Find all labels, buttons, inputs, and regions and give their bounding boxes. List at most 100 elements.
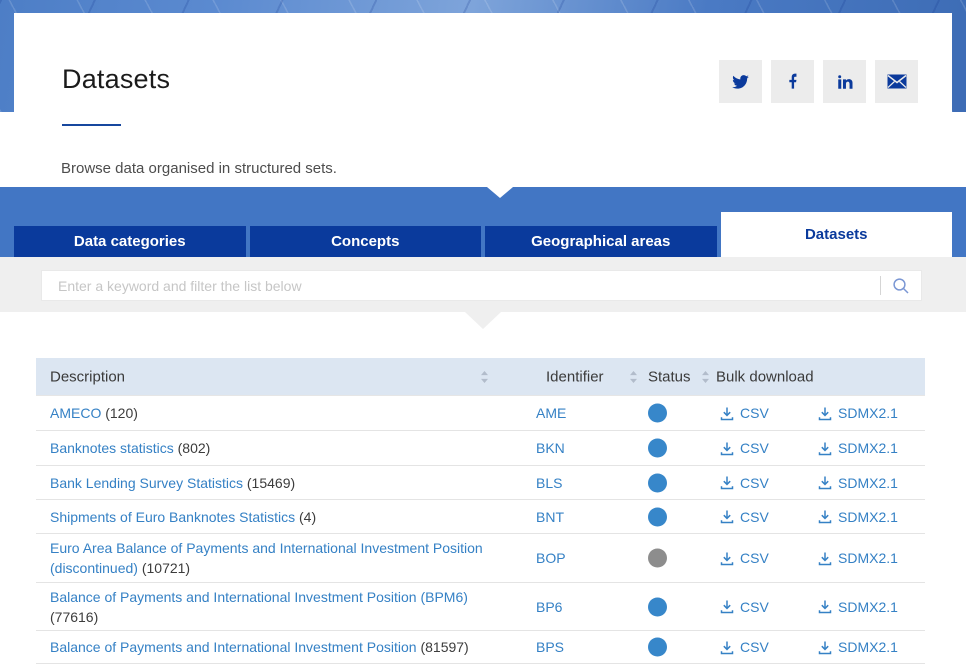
download-icon — [818, 441, 832, 456]
download-csv-link[interactable]: CSV — [720, 475, 769, 491]
download-sdmx-link[interactable]: SDMX2.1 — [818, 509, 898, 525]
dataset-identifier-link[interactable]: BLS — [536, 475, 562, 491]
search-box — [41, 270, 922, 301]
dataset-link[interactable]: Euro Area Balance of Payments and Intern… — [50, 540, 483, 576]
status-indicator — [648, 473, 667, 492]
download-csv-label: CSV — [740, 475, 769, 491]
share-facebook-button[interactable] — [771, 60, 814, 103]
row-description-cell: Bank Lending Survey Statistics (15469) — [50, 473, 490, 493]
download-icon — [720, 406, 734, 421]
twitter-icon — [731, 72, 750, 91]
share-twitter-button[interactable] — [719, 60, 762, 103]
dataset-identifier-link[interactable]: AME — [536, 405, 566, 421]
row-description-cell: Banknotes statistics (802) — [50, 438, 490, 458]
download-sdmx-link[interactable]: SDMX2.1 — [818, 405, 898, 421]
share-toolbar — [719, 60, 918, 103]
download-icon — [818, 640, 832, 655]
tab-data-categories[interactable]: Data categories — [14, 226, 246, 257]
sort-icon-identifier[interactable] — [628, 369, 639, 384]
dataset-identifier-link[interactable]: BOP — [536, 550, 566, 566]
download-sdmx-label: SDMX2.1 — [838, 599, 898, 615]
dataset-link[interactable]: Balance of Payments and International In… — [50, 589, 468, 605]
search-icon — [892, 277, 910, 295]
download-sdmx-link[interactable]: SDMX2.1 — [818, 550, 898, 566]
download-csv-label: CSV — [740, 440, 769, 456]
dataset-series-count: (15469) — [247, 475, 295, 491]
download-csv-link[interactable]: CSV — [720, 405, 769, 421]
download-icon — [818, 475, 832, 490]
download-sdmx-label: SDMX2.1 — [838, 440, 898, 456]
column-header-status[interactable]: Status — [648, 368, 691, 385]
column-header-identifier[interactable]: Identifier — [546, 368, 604, 385]
download-csv-link[interactable]: CSV — [720, 550, 769, 566]
column-header-description[interactable]: Description — [50, 368, 125, 385]
tab-datasets[interactable]: Datasets — [721, 212, 953, 257]
download-sdmx-link[interactable]: SDMX2.1 — [818, 475, 898, 491]
column-header-bulk-download: Bulk download — [716, 368, 814, 385]
row-description-cell: AMECO (120) — [50, 403, 490, 423]
status-indicator — [648, 439, 667, 458]
linkedin-icon — [836, 73, 854, 91]
dataset-identifier-link[interactable]: BP6 — [536, 599, 562, 615]
row-description-cell: Balance of Payments and International In… — [50, 637, 490, 657]
download-sdmx-link[interactable]: SDMX2.1 — [818, 440, 898, 456]
download-icon — [818, 599, 832, 614]
dataset-link[interactable]: AMECO — [50, 405, 101, 421]
download-csv-link[interactable]: CSV — [720, 599, 769, 615]
search-button[interactable] — [880, 271, 921, 300]
sort-icon-status[interactable] — [700, 369, 711, 384]
tab-concepts[interactable]: Concepts — [250, 226, 482, 257]
download-icon — [720, 599, 734, 614]
filter-notch — [465, 312, 501, 329]
table-row: AMECO (120) AME CSV SDMX2.1 — [36, 396, 925, 431]
dataset-link[interactable]: Bank Lending Survey Statistics — [50, 475, 243, 491]
download-sdmx-link[interactable]: SDMX2.1 — [818, 639, 898, 655]
dataset-link[interactable]: Balance of Payments and International In… — [50, 639, 417, 655]
dataset-identifier-link[interactable]: BNT — [536, 509, 564, 525]
download-csv-label: CSV — [740, 509, 769, 525]
table-row: Balance of Payments and International In… — [36, 583, 925, 631]
share-email-button[interactable] — [875, 60, 918, 103]
tab-bar: Data categories Concepts Geographical ar… — [14, 212, 952, 257]
page-tagline: Browse data organised in structured sets… — [61, 160, 337, 177]
download-csv-link[interactable]: CSV — [720, 440, 769, 456]
download-icon — [720, 640, 734, 655]
tab-geographical-areas[interactable]: Geographical areas — [485, 226, 717, 257]
sort-icon-description[interactable] — [479, 369, 490, 384]
download-csv-link[interactable]: CSV — [720, 639, 769, 655]
download-csv-label: CSV — [740, 550, 769, 566]
row-description-cell: Balance of Payments and International In… — [50, 587, 490, 627]
download-icon — [818, 509, 832, 524]
status-indicator — [648, 638, 667, 657]
download-icon — [720, 509, 734, 524]
row-description-cell: Shipments of Euro Banknotes Statistics (… — [50, 507, 490, 527]
download-csv-label: CSV — [740, 599, 769, 615]
dataset-series-count: (10721) — [142, 560, 190, 576]
dataset-series-count: (77616) — [50, 609, 98, 625]
share-linkedin-button[interactable] — [823, 60, 866, 103]
dataset-link[interactable]: Shipments of Euro Banknotes Statistics — [50, 509, 295, 525]
table-row: Banknotes statistics (802) BKN CSV SDMX2… — [36, 431, 925, 466]
band-notch — [487, 187, 513, 198]
status-indicator — [648, 549, 667, 568]
status-indicator — [648, 507, 667, 526]
dataset-series-count: (81597) — [420, 639, 468, 655]
dataset-identifier-link[interactable]: BKN — [536, 440, 565, 456]
dataset-identifier-link[interactable]: BPS — [536, 639, 564, 655]
download-icon — [720, 441, 734, 456]
row-description-cell: Euro Area Balance of Payments and Intern… — [50, 538, 490, 578]
title-underline — [62, 124, 121, 126]
download-sdmx-link[interactable]: SDMX2.1 — [818, 599, 898, 615]
download-icon — [818, 551, 832, 566]
status-indicator — [648, 404, 667, 423]
table-row: Bank Lending Survey Statistics (15469) B… — [36, 466, 925, 500]
search-input[interactable] — [42, 271, 880, 300]
download-csv-link[interactable]: CSV — [720, 509, 769, 525]
table-header: Description Identifier Status Bulk downl… — [36, 358, 925, 395]
dataset-link[interactable]: Banknotes statistics — [50, 440, 174, 456]
dataset-series-count: (802) — [178, 440, 211, 456]
status-indicator — [648, 597, 667, 616]
download-csv-label: CSV — [740, 639, 769, 655]
download-csv-label: CSV — [740, 405, 769, 421]
datasets-table: Description Identifier Status Bulk downl… — [36, 358, 925, 664]
